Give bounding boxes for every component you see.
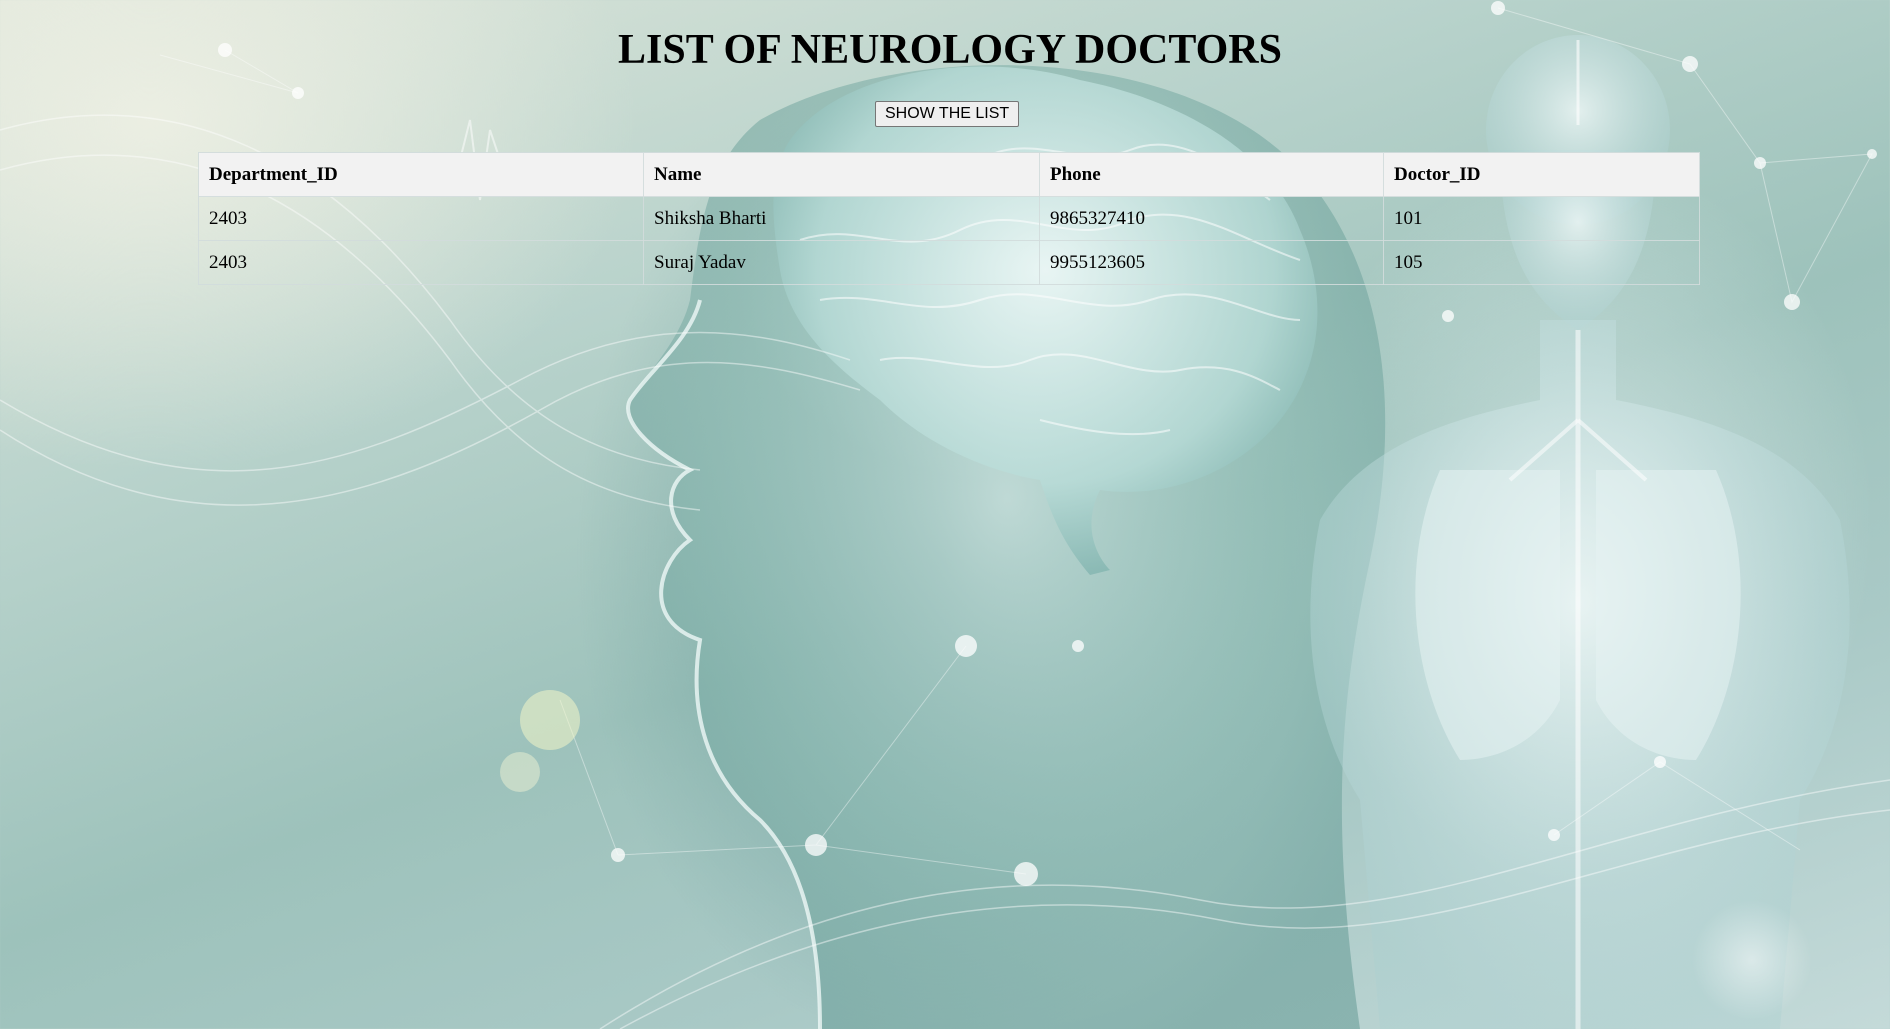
- cell-phone: 9955123605: [1039, 240, 1384, 285]
- show-list-button[interactable]: SHOW THE LIST: [875, 101, 1020, 127]
- column-header-name: Name: [643, 152, 1040, 197]
- column-header-doctor-id: Doctor_ID: [1383, 152, 1700, 197]
- doctors-table: Department_ID Name Phone Doctor_ID 2403 …: [198, 152, 1700, 285]
- cell-phone: 9865327410: [1039, 196, 1384, 241]
- column-header-department-id: Department_ID: [198, 152, 644, 197]
- table-row: 2403 Shiksha Bharti 9865327410 101: [198, 196, 1700, 241]
- cell-department-id: 2403: [198, 240, 644, 285]
- page-title: LIST OF NEUROLOGY DOCTORS: [618, 27, 1282, 73]
- table-row: 2403 Suraj Yadav 9955123605 105: [198, 240, 1700, 285]
- column-header-phone: Phone: [1039, 152, 1384, 197]
- cell-doctor-id: 105: [1383, 240, 1700, 285]
- page-container: LIST OF NEUROLOGY DOCTORS SHOW THE LIST …: [0, 0, 1890, 1029]
- cell-doctor-id: 101: [1383, 196, 1700, 241]
- cell-department-id: 2403: [198, 196, 644, 241]
- cell-name: Shiksha Bharti: [643, 196, 1040, 241]
- table-header-row: Department_ID Name Phone Doctor_ID: [198, 152, 1700, 197]
- cell-name: Suraj Yadav: [643, 240, 1040, 285]
